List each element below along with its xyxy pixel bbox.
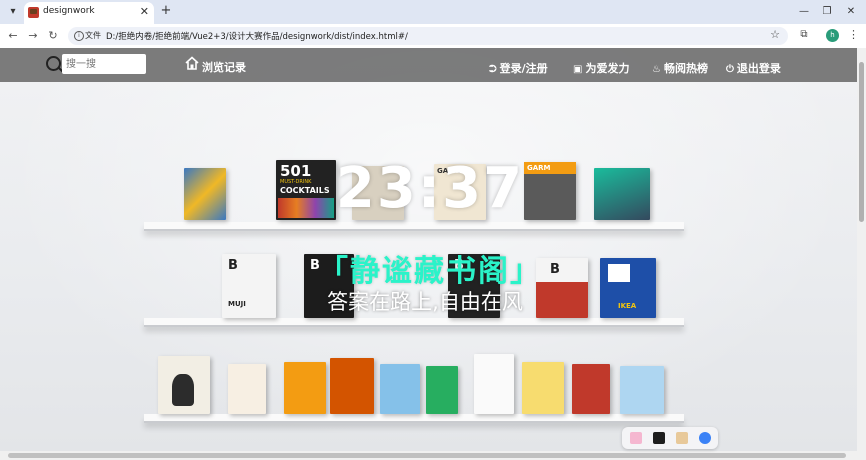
nav-hot-ranking-label: 畅阅热榜 — [663, 62, 708, 75]
browser-menu-icon[interactable]: ⋮ — [848, 28, 859, 42]
nav-logout-label: 退出登录 — [736, 62, 781, 75]
nav-donate-label: 为爱发力 — [585, 62, 630, 75]
site-header: 浏览记录 ⮊登录/注册 ▣为爱发力 ♨畅阅热榜 ⏻退出登录 — [0, 48, 857, 82]
horizontal-scrollbar-thumb[interactable] — [8, 453, 846, 458]
nav-login-register-label: 登录/注册 — [499, 62, 548, 75]
tab-close-icon[interactable]: ✕ — [140, 5, 149, 18]
tab-favicon-icon — [28, 7, 39, 18]
book-cover — [228, 364, 266, 414]
book-cover — [426, 366, 458, 414]
clock-display: 23:37 — [335, 156, 525, 221]
url-text[interactable]: D:/拒绝内卷/拒绝前端/Vue2+3/设计大赛作品/designwork/di… — [106, 30, 408, 42]
book-cover — [284, 362, 326, 414]
restore-icon[interactable]: ❐ — [818, 4, 836, 20]
home-icon — [185, 56, 199, 70]
site-motto: 答案在路上,自由在风 — [327, 290, 523, 314]
address-bar[interactable]: i 文件 D:/拒绝内卷/拒绝前端/Vue2+3/设计大赛作品/designwo… — [68, 27, 788, 45]
browser-tab[interactable]: designwork ✕ — [24, 2, 154, 24]
vertical-scrollbar[interactable] — [857, 48, 866, 451]
book-cover — [594, 168, 650, 220]
book-cover — [522, 362, 564, 414]
ticket-icon: ▣ — [573, 64, 583, 75]
nav-hot-ranking[interactable]: ♨ 畅阅热榜 — [652, 60, 708, 76]
nav-history-label: 浏览记录 — [202, 61, 246, 74]
profile-avatar[interactable]: h — [826, 29, 839, 42]
terminal-icon[interactable] — [653, 432, 665, 444]
logout-icon: ⏻ — [726, 64, 734, 75]
gift-icon[interactable] — [630, 432, 642, 444]
book-ikea-label: IKEA — [618, 302, 637, 310]
bookmark-star-icon[interactable]: ☆ — [770, 28, 780, 41]
site-title: 「静谧藏书阁」 — [318, 254, 542, 289]
browser-tab-strip: ▾ designwork ✕ + — ❐ ✕ — [0, 0, 866, 24]
book-cover — [380, 364, 420, 414]
login-icon: ⮊ — [489, 64, 497, 75]
book-muji-label: MUJI — [228, 300, 246, 308]
search-input[interactable] — [62, 54, 146, 74]
tab-search-chevron-icon[interactable]: ▾ — [5, 4, 21, 20]
floating-tray — [622, 427, 718, 449]
book-cover — [158, 356, 210, 414]
book-b-1: B MUJI — [222, 254, 276, 318]
site-info-icon[interactable]: i — [74, 31, 84, 41]
book-b-1-label: B — [228, 258, 238, 273]
window-close-icon[interactable]: ✕ — [842, 4, 860, 20]
cat-icon[interactable] — [676, 432, 688, 444]
bookshelf-bottom — [144, 414, 684, 423]
tab-title: designwork — [43, 6, 95, 16]
nav-donate[interactable]: ▣ 为爱发力 — [573, 60, 629, 76]
minimize-icon[interactable]: — — [795, 4, 813, 20]
extensions-puzzle-icon[interactable]: ⧉ — [797, 28, 811, 42]
bookshelf-middle — [144, 318, 684, 327]
back-icon[interactable]: ← — [5, 28, 21, 44]
search-icon[interactable] — [46, 56, 61, 71]
book-cover — [330, 358, 374, 414]
book-cocktails-number: 501 — [280, 162, 312, 180]
nav-login-register[interactable]: ⮊ 登录/注册 — [489, 60, 548, 76]
page-viewport: 501 MUST-DRINK COCKTAILS GARM GARM B MUJ… — [0, 48, 857, 451]
reload-icon[interactable]: ↻ — [45, 28, 61, 44]
forward-icon[interactable]: → — [25, 28, 41, 44]
shield-icon[interactable] — [699, 432, 711, 444]
browser-toolbar: ← → ↻ i 文件 D:/拒绝内卷/拒绝前端/Vue2+3/设计大赛作品/de… — [0, 24, 866, 48]
book-ikea-panel — [608, 264, 630, 282]
book-cover — [474, 354, 514, 414]
book-chess-knight-art — [172, 374, 194, 406]
new-tab-icon[interactable]: + — [159, 2, 173, 20]
book-cover — [620, 366, 664, 414]
vertical-scrollbar-thumb[interactable] — [859, 62, 864, 222]
horizontal-scrollbar[interactable] — [0, 451, 866, 460]
book-cover — [572, 364, 610, 414]
bookshelf-top — [144, 222, 684, 231]
nav-logout[interactable]: ⏻ 退出登录 — [726, 60, 781, 76]
book-ikea: IKEA — [600, 258, 656, 318]
flame-icon: ♨ — [652, 64, 661, 75]
book-cover — [184, 168, 226, 220]
scheme-chip[interactable]: 文件 — [85, 30, 101, 41]
book-cocktails-sub: MUST-DRINK — [280, 179, 312, 185]
